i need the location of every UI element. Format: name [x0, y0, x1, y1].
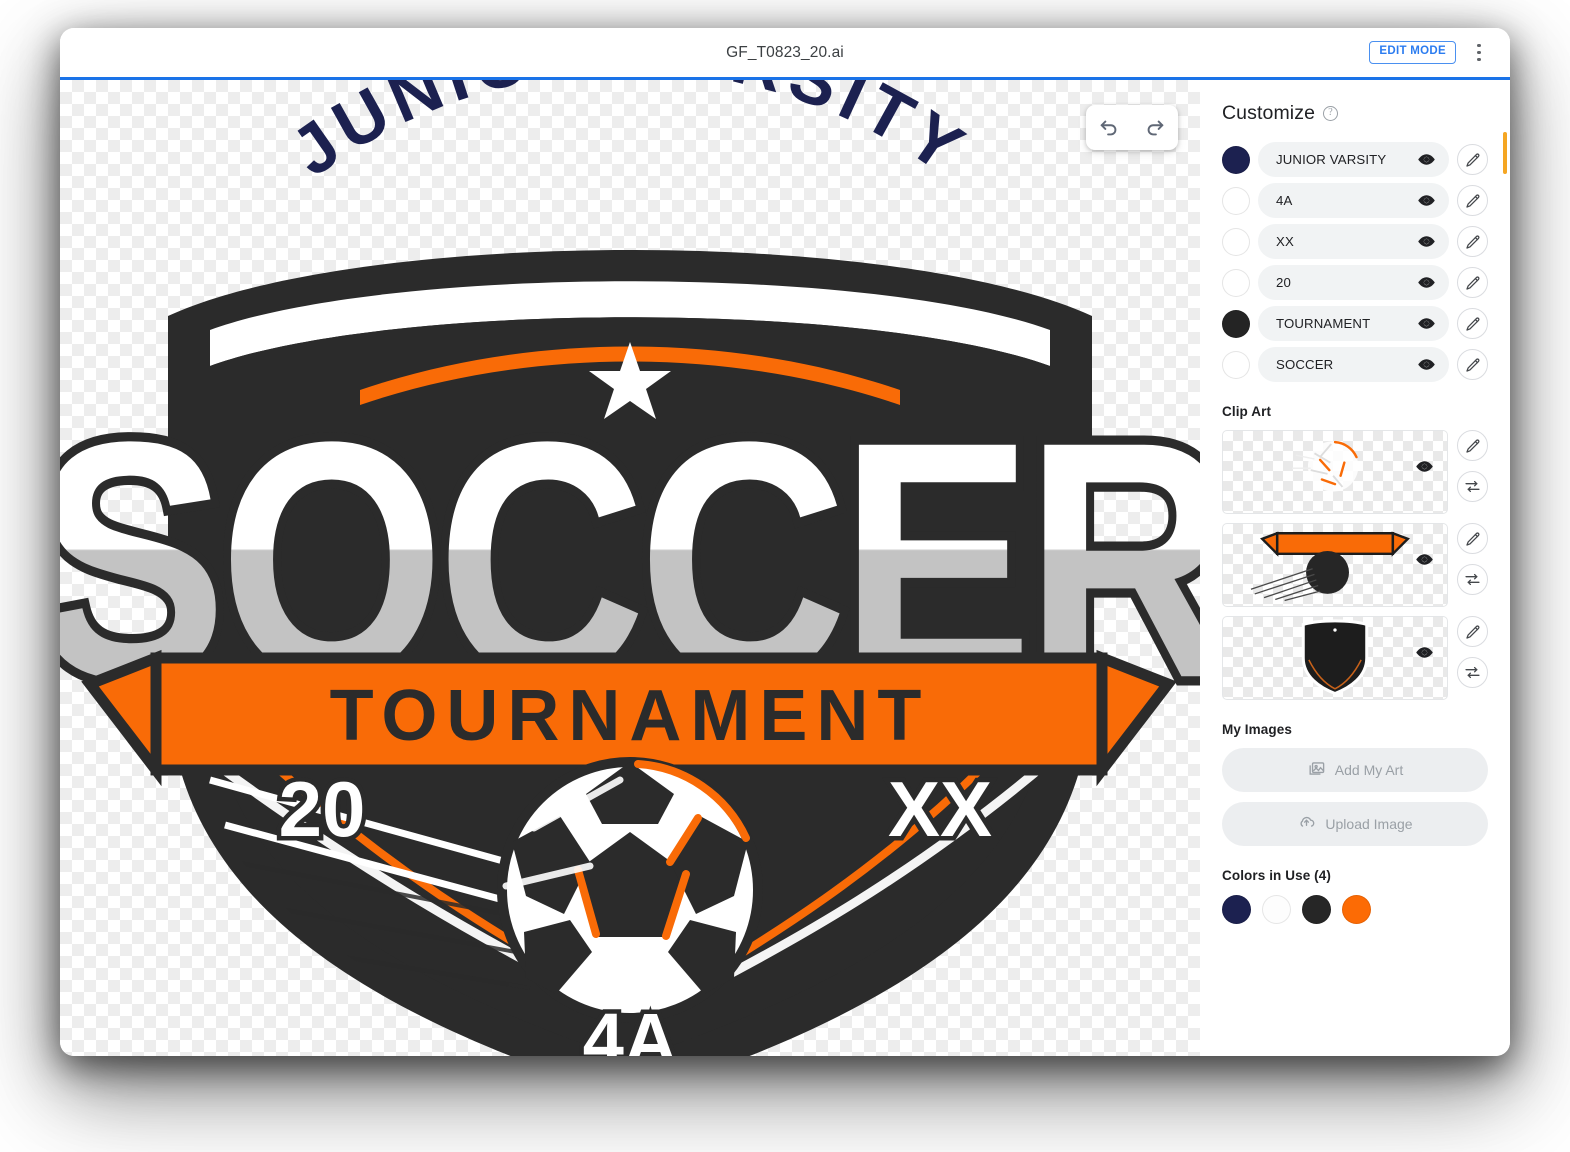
color-in-use-swatch[interactable] — [1222, 895, 1251, 924]
page-title: Customize — [1222, 102, 1316, 124]
customize-sidebar: Customize ? JUNIOR VARSITY 4A XX 20 TOURNAME… — [1200, 80, 1510, 1056]
titlebar: GF_T0823_20.ai EDIT MODE — [60, 28, 1510, 77]
undo-arrow-icon[interactable] — [1094, 113, 1124, 143]
pencil-icon[interactable] — [1457, 430, 1488, 461]
eye-icon[interactable] — [1417, 273, 1436, 292]
layer-row: SOCCER — [1222, 347, 1488, 382]
panel-header: Customize ? — [1222, 102, 1488, 125]
clip-art-actions — [1457, 616, 1488, 688]
eye-icon[interactable] — [1417, 314, 1436, 333]
pencil-icon[interactable] — [1457, 349, 1488, 380]
editor-body: JUNIOR VARSITY SOCCER — [60, 80, 1510, 1056]
eye-icon[interactable] — [1417, 191, 1436, 210]
pencil-icon[interactable] — [1457, 616, 1488, 647]
eye-icon[interactable] — [1415, 550, 1434, 574]
year-left-text: 20 — [279, 765, 366, 853]
clip-art-actions — [1457, 430, 1488, 502]
layer-row: 4A — [1222, 183, 1488, 218]
layer-pill[interactable]: JUNIOR VARSITY — [1258, 142, 1449, 177]
eye-icon[interactable] — [1417, 355, 1436, 374]
layer-pill[interactable]: SOCCER — [1258, 347, 1449, 382]
pencil-icon[interactable] — [1457, 144, 1488, 175]
layer-row: TOURNAMENT — [1222, 306, 1488, 341]
clip-art-row — [1222, 616, 1488, 700]
shield-clipart[interactable] — [1222, 616, 1448, 700]
pencil-icon[interactable] — [1457, 226, 1488, 257]
cloud-upload-icon — [1297, 813, 1316, 835]
swap-arrows-icon[interactable] — [1457, 564, 1488, 595]
clip-art-row — [1222, 523, 1488, 607]
layer-row: JUNIOR VARSITY — [1222, 142, 1488, 177]
layer-color-swatch[interactable] — [1222, 186, 1250, 215]
colors-in-use-list — [1222, 895, 1488, 924]
text-layer-list: JUNIOR VARSITY 4A XX 20 TOURNAMENT SOCCER — [1222, 142, 1488, 382]
layer-label: SOCCER — [1276, 357, 1334, 372]
layer-pill[interactable]: TOURNAMENT — [1258, 306, 1449, 341]
ribbon-banner: TOURNAMENT — [81, 649, 1177, 787]
redo-arrow-icon[interactable] — [1140, 113, 1170, 143]
more-vertical-icon[interactable] — [1466, 38, 1492, 68]
ribbon-text: TOURNAMENT — [330, 676, 931, 756]
undo-redo-toolbar — [1086, 105, 1178, 150]
add-my-art-label: Add My Art — [1334, 762, 1404, 778]
pencil-icon[interactable] — [1457, 185, 1488, 216]
help-circle-icon[interactable]: ? — [1323, 106, 1339, 121]
design-canvas[interactable]: JUNIOR VARSITY SOCCER — [60, 80, 1200, 1056]
color-in-use-swatch[interactable] — [1262, 895, 1291, 924]
layer-pill[interactable]: XX — [1258, 224, 1449, 259]
layer-label: XX — [1276, 234, 1294, 249]
orange-banner-and-ball-clipart[interactable] — [1222, 523, 1448, 607]
soccer-tournament-logo[interactable]: JUNIOR VARSITY SOCCER — [60, 80, 1200, 1056]
eye-icon[interactable] — [1417, 150, 1436, 169]
image-stack-icon — [1307, 759, 1326, 781]
layer-label: JUNIOR VARSITY — [1276, 152, 1387, 167]
layer-color-swatch[interactable] — [1222, 309, 1250, 338]
layer-pill[interactable]: 4A — [1258, 183, 1449, 218]
colors-in-use-heading: Colors in Use (4) — [1222, 868, 1331, 883]
sidebar-scrollbar[interactable] — [1503, 132, 1507, 174]
pencil-icon[interactable] — [1457, 523, 1488, 554]
division-text: 4A — [583, 998, 678, 1056]
layer-label: 4A — [1276, 193, 1293, 208]
clip-art-actions — [1457, 523, 1488, 595]
color-in-use-swatch[interactable] — [1302, 895, 1331, 924]
swap-arrows-icon[interactable] — [1457, 471, 1488, 502]
upload-image-label: Upload Image — [1325, 816, 1413, 832]
upload-image-button[interactable]: Upload Image — [1222, 802, 1488, 846]
layer-row: 20 — [1222, 265, 1488, 300]
color-in-use-swatch[interactable] — [1342, 895, 1371, 924]
layer-row: XX — [1222, 224, 1488, 259]
my-images-heading: My Images — [1222, 722, 1292, 737]
soccer-ball-outline-clipart[interactable] — [1222, 430, 1448, 514]
layer-label: TOURNAMENT — [1276, 316, 1371, 331]
soccer-ball-icon — [497, 757, 763, 1023]
layer-color-swatch[interactable] — [1222, 350, 1250, 379]
add-my-art-button[interactable]: Add My Art — [1222, 748, 1488, 792]
edit-mode-button[interactable]: EDIT MODE — [1369, 41, 1456, 64]
layer-pill[interactable]: 20 — [1258, 265, 1449, 300]
design-editor-window: GF_T0823_20.ai EDIT MODE JUN SITY SOCCER… — [60, 28, 1510, 1056]
pencil-icon[interactable] — [1457, 308, 1488, 339]
pencil-icon[interactable] — [1457, 267, 1488, 298]
arc-text: JUNIOR VARSITY — [277, 80, 982, 191]
clip-art-list — [1222, 430, 1488, 700]
layer-color-swatch[interactable] — [1222, 268, 1250, 297]
layer-color-swatch[interactable] — [1222, 145, 1250, 174]
eye-icon[interactable] — [1415, 643, 1434, 667]
eye-icon[interactable] — [1417, 232, 1436, 251]
titlebar-actions: EDIT MODE — [1369, 28, 1492, 77]
layer-label: 20 — [1276, 275, 1291, 290]
clip-art-heading: Clip Art — [1222, 404, 1272, 419]
swap-arrows-icon[interactable] — [1457, 657, 1488, 688]
clip-art-row — [1222, 430, 1488, 514]
layer-color-swatch[interactable] — [1222, 227, 1250, 256]
file-name-label: GF_T0823_20.ai — [726, 43, 844, 61]
year-right-text: XX — [888, 765, 992, 853]
eye-icon[interactable] — [1415, 457, 1434, 481]
